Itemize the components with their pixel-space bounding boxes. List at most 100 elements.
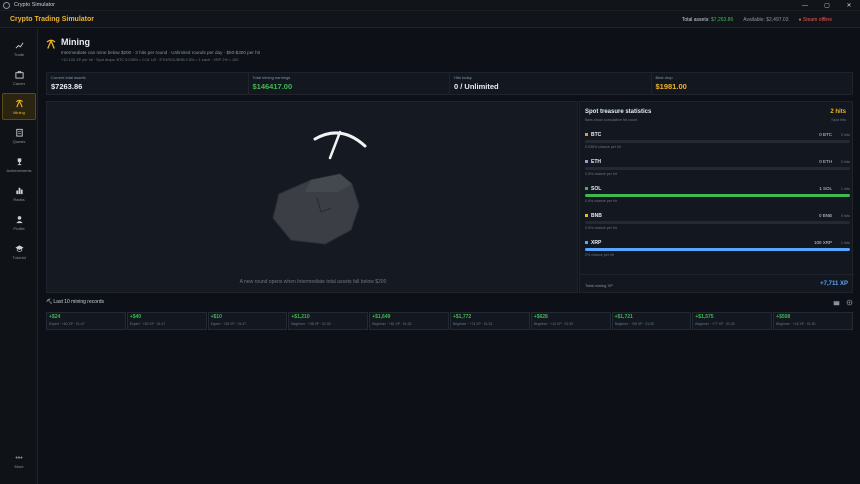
stat-value: $7263.86	[51, 82, 83, 91]
sidebar-item-achievements[interactable]: Achievements	[2, 151, 36, 178]
coin-row-bnb: BNB 0 BNB 0 hits 0.5% chance per hit	[585, 213, 850, 237]
stat-value: $1981.00	[655, 82, 687, 91]
treasure-panel: Spot treasure statistics Bars show cumul…	[579, 101, 854, 294]
coin-chance: 0.5% chance per hit	[585, 226, 617, 230]
stat-card: Total mining earnings $146417.00	[249, 73, 450, 94]
total-assets-value: $7,263.86	[711, 16, 734, 23]
sidebar-item-profile[interactable]: Profile	[2, 209, 36, 236]
record-card: +$1,575 Beginner · +77 XP · 01:30	[692, 312, 773, 330]
sidebar: Trade Career Mining Quests Achievements …	[0, 29, 38, 484]
treasure-hits-label: Spot hits	[831, 118, 846, 122]
record-value: +$628	[533, 314, 548, 320]
chest-icon[interactable]	[833, 299, 840, 306]
coin-chance: 0.5% chance per hit	[585, 172, 617, 176]
available-value: $2,497.03	[766, 16, 789, 23]
sidebar-item-quests[interactable]: Quests	[2, 122, 36, 149]
record-value: +$40	[129, 314, 142, 320]
sidebar-item-label: Profile	[13, 225, 25, 231]
coin-row-sol: SOL 1 SOL 1 hits 0.5% chance per hit	[585, 186, 850, 210]
coin-dot	[585, 241, 588, 244]
settings-icon[interactable]	[846, 299, 853, 306]
sidebar-item-label: Achievements	[6, 167, 32, 173]
coin-dot	[585, 214, 588, 217]
steam-status[interactable]: ● Steam offline	[798, 17, 832, 23]
stats-row: Current total assets $7263.86 Total mini…	[46, 72, 853, 95]
record-card: +$1,772 Beginner · +74 XP · 01:33	[449, 312, 530, 330]
record-card: +$1,649 Beginner · +81 XP · 01:33	[369, 312, 449, 330]
sidebar-item-label: Career	[12, 80, 26, 86]
sidebar-item-tutorial[interactable]: Tutorial	[2, 238, 36, 265]
mining-records: ⛏ Last 10 mining records +$24 Expert · +6…	[46, 299, 853, 332]
record-value: +$24	[49, 314, 61, 320]
page-detail: +10-100 XP per hit · Spot drops: BTC 0.0…	[61, 58, 239, 62]
coin-amount: 1 SOL	[819, 186, 832, 191]
stat-card: Current total assets $7263.86	[47, 73, 249, 94]
close-button[interactable]: ✕	[838, 0, 860, 11]
minimize-button[interactable]: —	[794, 0, 816, 11]
coin-hits: 1 hits	[840, 240, 850, 245]
chart-line-icon	[15, 42, 23, 49]
sidebar-item-ranks[interactable]: Ranks	[2, 180, 36, 207]
sidebar-item-trade[interactable]: Trade	[2, 35, 36, 62]
pickaxe-graphic-icon[interactable]	[313, 130, 367, 160]
coin-amount: 0 ETH	[819, 159, 832, 164]
coin-hits: 0 hits	[840, 159, 850, 164]
record-card: +$24 Expert · +60 XP · 01:47	[46, 312, 126, 330]
available-label: Available:	[743, 16, 765, 23]
stat-label: Hits today	[454, 75, 472, 80]
mining-area[interactable]: A new round opens when Intermediate tota…	[46, 101, 578, 293]
stat-card: Hits today 0 / Unlimited	[450, 73, 652, 94]
record-card: +$1,210 Beginner · +38 XP · 01:33	[288, 312, 369, 330]
app-header: Crypto Trading Simulator Total assets: $…	[0, 11, 860, 28]
record-detail: Beginner · +14 XP · 01:30	[533, 321, 574, 326]
total-assets-label: Total assets:	[681, 16, 710, 23]
sidebar-item-career[interactable]: Career	[2, 64, 36, 91]
coin-row-eth: ETH 0 ETH 0 hits 0.5% chance per hit	[585, 159, 850, 183]
coin-chance: 0.5% chance per hit	[585, 199, 617, 203]
coin-amount: 0 BTC	[819, 132, 832, 137]
treasure-title: Spot treasure statistics	[585, 109, 652, 115]
sidebar-item-label: Ranks	[13, 196, 25, 202]
sidebar-item-label: Quests	[12, 138, 26, 144]
coin-hits: 1 hits	[840, 186, 850, 191]
coin-name: BNB	[591, 213, 602, 219]
record-card: +$1,721 Beginner · +55 XP · 01:30	[611, 312, 692, 330]
total-xp-value: +7,711 XP	[820, 281, 848, 287]
coin-dot	[585, 160, 588, 163]
trophy-icon	[17, 157, 21, 165]
stat-card: Best drop $1981.00	[652, 73, 853, 94]
pickaxe-icon: ⛏	[46, 299, 53, 305]
pickaxe-icon	[15, 99, 23, 107]
coin-hits: 0 hits	[840, 132, 850, 137]
record-value: +$1,721	[614, 314, 633, 320]
header-balances: Total assets: $7,263.86 Available: $2,49…	[682, 11, 832, 28]
bar-chart-icon	[15, 187, 23, 194]
stat-value: 0 / Unlimited	[454, 82, 499, 91]
pickaxe-icon	[46, 39, 56, 49]
record-value: +$1,575	[695, 314, 714, 320]
clipboard-icon	[15, 128, 23, 137]
sidebar-item-more[interactable]: ••• More	[2, 455, 36, 476]
page-subtitle: Intermediate can mine below $200 · 3 hit…	[61, 50, 260, 55]
record-value: +$1,649	[372, 314, 391, 320]
record-card: +$628 Beginner · +14 XP · 01:30	[530, 312, 611, 330]
window-titlebar: Crypto Simulator — ▢ ✕	[0, 0, 860, 11]
total-xp-label: Total mining XP	[585, 283, 613, 288]
sidebar-item-label: More	[14, 464, 24, 469]
treasure-subtitle: Bars show cumulative hit count	[585, 118, 638, 122]
records-toolbar	[833, 299, 853, 306]
coin-amount: 0 BNB	[818, 213, 832, 218]
coin-progress-fill	[585, 248, 850, 251]
stat-label: Total mining earnings	[252, 75, 291, 80]
treasure-footer: Total mining XP +7,711 XP	[580, 274, 854, 294]
coin-chance: 0.038% chance per hit	[585, 145, 621, 149]
record-detail: Beginner · +55 XP · 01:30	[614, 321, 654, 326]
coin-dot	[585, 187, 588, 190]
maximize-button[interactable]: ▢	[816, 0, 838, 11]
stat-label: Current total assets	[51, 75, 86, 80]
graduation-cap-icon	[14, 244, 24, 252]
sidebar-item-mining[interactable]: Mining	[2, 93, 36, 120]
coin-progress-fill	[585, 194, 850, 197]
coin-row-btc: BTC 0 BTC 0 hits 0.038% chance per hit	[585, 132, 850, 156]
coin-row-xrp: XRP 100 XRP 1 hits 2% chance per hit	[585, 240, 850, 264]
